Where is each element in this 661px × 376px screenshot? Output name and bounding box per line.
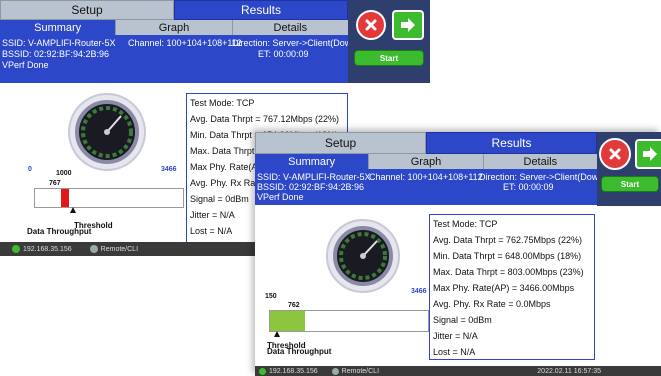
tab-summary[interactable]: Summary (255, 154, 369, 169)
current-value: 767 (49, 180, 61, 187)
result-line: Signal = 0dBm (190, 194, 249, 204)
info-panel: SSID: V-AMPLIFI-Router-5X BSSID: 02:92:B… (255, 169, 597, 205)
throughput-bar-fill (270, 311, 305, 331)
main-tabs: Setup Results (255, 132, 597, 154)
tab-details[interactable]: Details (231, 20, 348, 35)
network-icon (259, 367, 266, 375)
direction-text: Direction: Server->Client(Dow (232, 38, 348, 48)
tab-summary[interactable]: Summary (0, 20, 116, 35)
bssid-text: BSSID: 02:92:BF:94:2B:96 (257, 182, 365, 192)
scale-max: 3466 (161, 166, 177, 173)
result-line: Avg. Phy. Rx Rate = 0.0Mbps (433, 299, 551, 309)
right-arrow-icon (401, 18, 415, 32)
tab-details[interactable]: Details (482, 154, 597, 169)
result-line: Test Mode: TCP (190, 98, 255, 108)
result-line: Lost = N/A (433, 347, 476, 357)
channel-text: Channel: 100+104+108+112 (369, 172, 483, 182)
tab-graph[interactable]: Graph (115, 20, 232, 35)
tab-setup[interactable]: Setup (0, 0, 174, 20)
threshold-label: Threshold (74, 221, 113, 230)
result-line: Max Phy. Rate(AP) = 3466.00Mbps (433, 283, 575, 293)
elapsed-time: ET: 00:00:09 (258, 49, 309, 59)
close-button[interactable] (599, 138, 631, 170)
throughput-bar-fill (61, 189, 69, 207)
ssid-text: SSID: V-AMPLIFI-Router-5X (2, 38, 116, 48)
side-panel: Start (348, 0, 430, 83)
tab-results[interactable]: Results (426, 132, 597, 154)
tab-graph[interactable]: Graph (368, 154, 483, 169)
sub-tabs: Summary Graph Details (255, 154, 597, 169)
start-button[interactable]: Start (601, 176, 659, 192)
speed-gauge-icon (326, 219, 400, 293)
tab-setup[interactable]: Setup (255, 132, 426, 154)
result-line: Min. Data Thrpt = 648.00Mbps (18%) (433, 251, 582, 261)
next-button[interactable] (635, 139, 661, 169)
remote-cli-label[interactable]: Remote/CLI (342, 368, 379, 375)
scale-min: 150 (265, 293, 277, 300)
ssid-text: SSID: V-AMPLIFI-Router-5X (257, 172, 371, 182)
status-text: VPerf Done (2, 60, 49, 70)
result-line: Max. Data Thrpt = (190, 146, 263, 156)
side-panel: Start (597, 132, 661, 206)
scale-max: 3466 (411, 288, 427, 295)
throughput-bar (34, 188, 184, 208)
speed-gauge-icon (68, 93, 146, 171)
direction-text: Direction: Server->Client(Dow (479, 172, 597, 182)
tab-results[interactable]: Results (174, 0, 348, 20)
next-button[interactable] (392, 10, 424, 40)
result-line: Avg. Data Thrpt = 762.75Mbps (22%) (433, 235, 583, 245)
remote-cli-icon[interactable] (89, 245, 98, 253)
result-line: Max. Data Thrpt = 803.00Mbps (23%) (433, 267, 584, 277)
network-icon (12, 245, 20, 253)
result-line: Jitter = N/A (190, 210, 235, 220)
main-tabs: Setup Results (0, 0, 348, 20)
result-line: Signal = 0dBm (433, 315, 492, 325)
ip-address: 192.168.35.156 (269, 367, 318, 375)
close-icon (609, 148, 621, 160)
scale-threshold: 1000 (56, 170, 72, 177)
remote-cli-label[interactable]: Remote/CLI (101, 246, 138, 253)
threshold-label: Threshold (267, 341, 306, 350)
throughput-bar (269, 310, 429, 332)
result-line: Test Mode: TCP (433, 219, 498, 229)
bssid-text: BSSID: 02:92:BF:94:2B:96 (2, 49, 110, 59)
result-line: Lost = N/A (190, 226, 233, 236)
front-screenshot: Setup Results Summary Graph Details SSID… (255, 132, 661, 376)
ip-address: 192.168.35.156 (23, 245, 72, 253)
result-line: Avg. Data Thrpt = 767.12Mbps (22%) (190, 114, 340, 124)
close-icon (365, 19, 377, 31)
result-line: Jitter = N/A (433, 331, 478, 341)
info-panel: SSID: V-AMPLIFI-Router-5X BSSID: 02:92:B… (0, 35, 348, 84)
close-button[interactable] (356, 10, 386, 40)
channel-text: Channel: 100+104+108+112 (128, 38, 242, 48)
threshold-marker-icon (70, 207, 76, 213)
start-button[interactable]: Start (354, 50, 424, 66)
sub-tabs: Summary Graph Details (0, 20, 348, 35)
status-text: VPerf Done (257, 192, 304, 202)
threshold-marker-icon (274, 331, 280, 337)
result-line: Avg. Phy. Rx Rate (190, 178, 263, 188)
results-box: Test Mode: TCP Avg. Data Thrpt = 762.75M… (429, 214, 595, 360)
scale-min: 0 (28, 166, 32, 173)
status-footer: 192.168.35.156 Remote/CLI 2022.02.11 16:… (255, 366, 661, 376)
elapsed-time: ET: 00:00:09 (503, 182, 554, 192)
current-value: 762 (288, 302, 300, 309)
right-arrow-icon (643, 147, 657, 161)
datetime: 2022.02.11 16:57:35 (537, 367, 601, 375)
remote-cli-icon[interactable] (331, 367, 339, 375)
